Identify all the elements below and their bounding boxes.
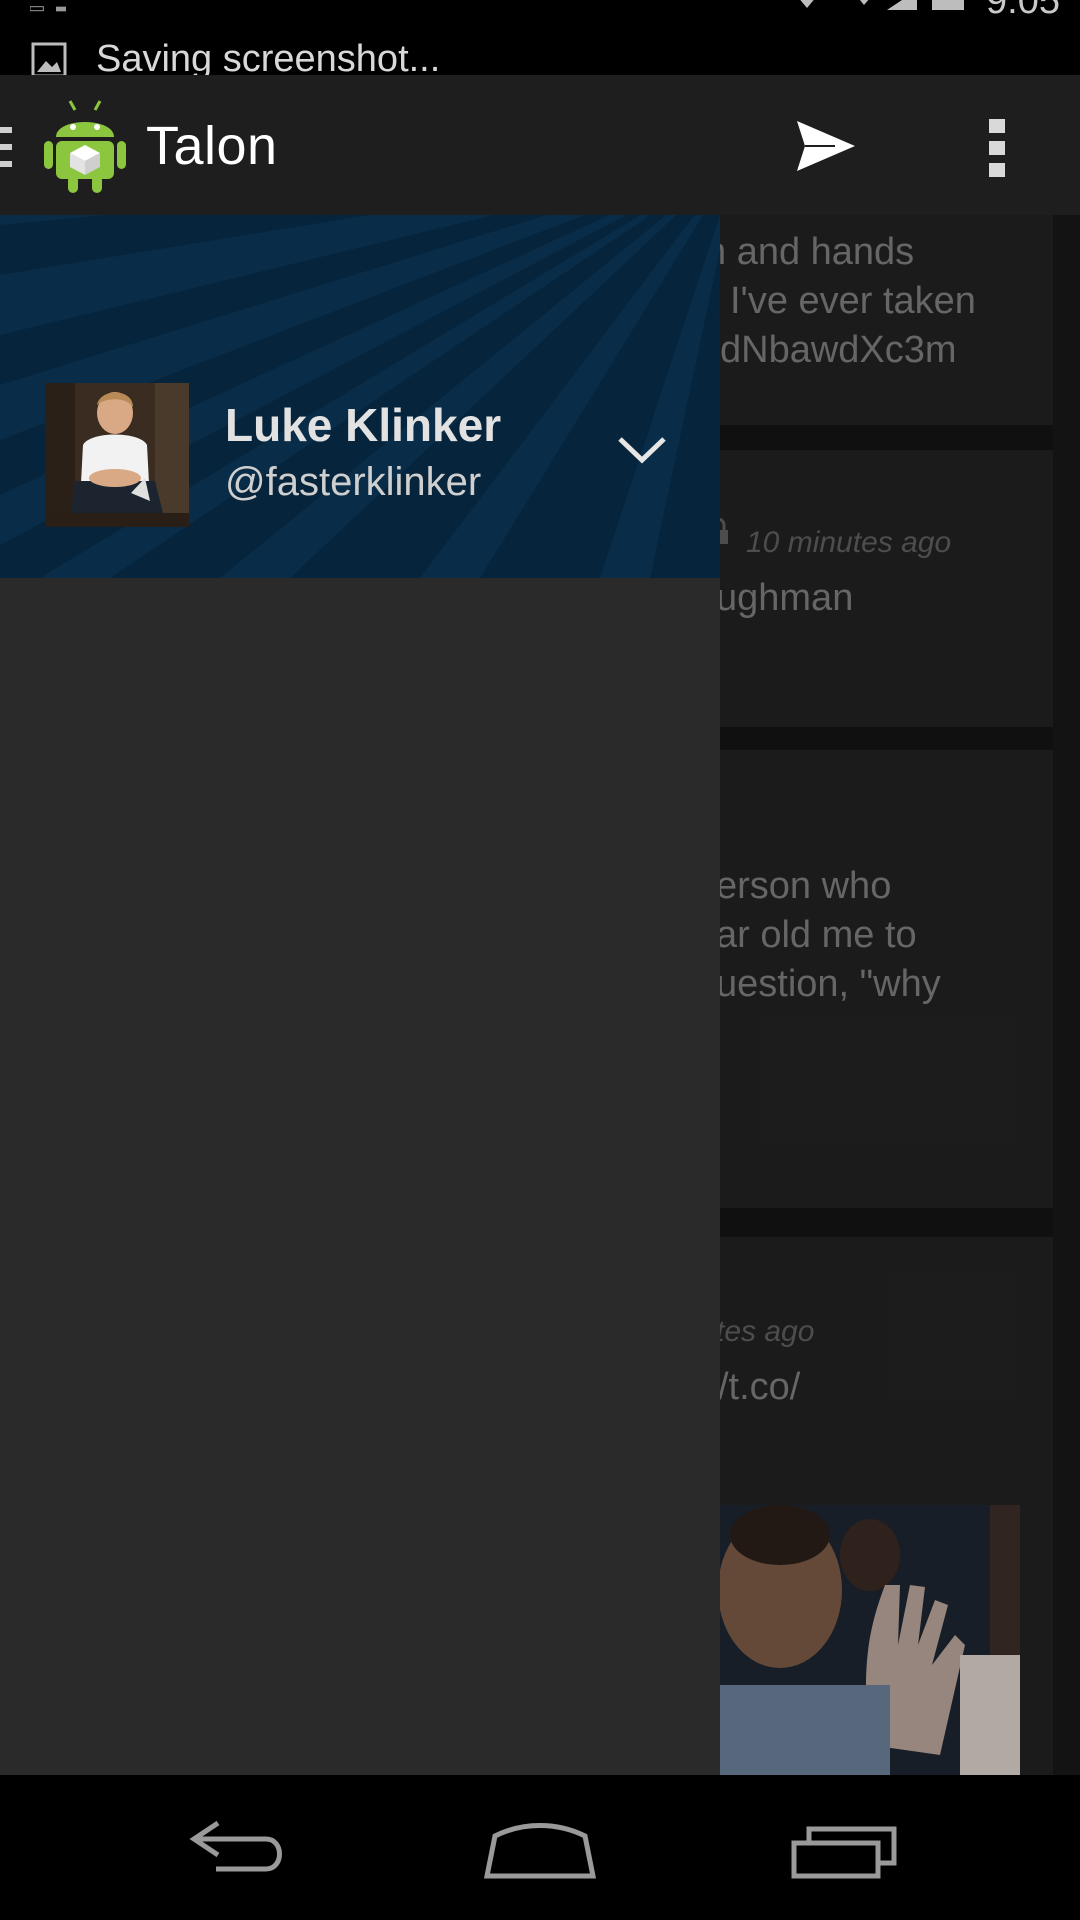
drawer-header: Luke Klinker @fasterklinker [0,215,720,578]
user-handle[interactable]: @fasterklinker [225,460,481,505]
user-name[interactable]: Luke Klinker [225,398,501,452]
android-robot-icon[interactable] [42,97,128,195]
back-icon[interactable] [188,1817,292,1877]
timeline-feed: n and hands I've ever taken dNbawdXc3m 1… [720,215,1080,1775]
drawer-indicator-icon[interactable] [0,127,12,167]
image-icon [31,42,67,77]
navigation-drawer: Luke Klinker @fasterklinker [0,215,720,1775]
clock: 9:05 [986,0,1060,22]
system-navigation-bar [0,1775,1080,1920]
overflow-menu-icon[interactable] [985,117,1009,179]
system-status: 9:05 [782,0,1060,20]
action-bar: Talon [0,75,1080,215]
chevron-down-icon[interactable] [615,433,669,467]
drawer-scrim[interactable] [720,215,1080,1775]
status-bar: 9:05 Saving screenshot... [0,0,1080,80]
profile-photo [45,383,189,527]
recent-apps-icon[interactable] [791,1825,897,1879]
app-title: Talon [146,116,278,176]
status-system-icons [800,0,965,10]
home-icon[interactable] [483,1822,597,1880]
send-icon[interactable] [795,115,857,177]
notification-icons [30,6,66,12]
avatar[interactable] [45,383,189,527]
